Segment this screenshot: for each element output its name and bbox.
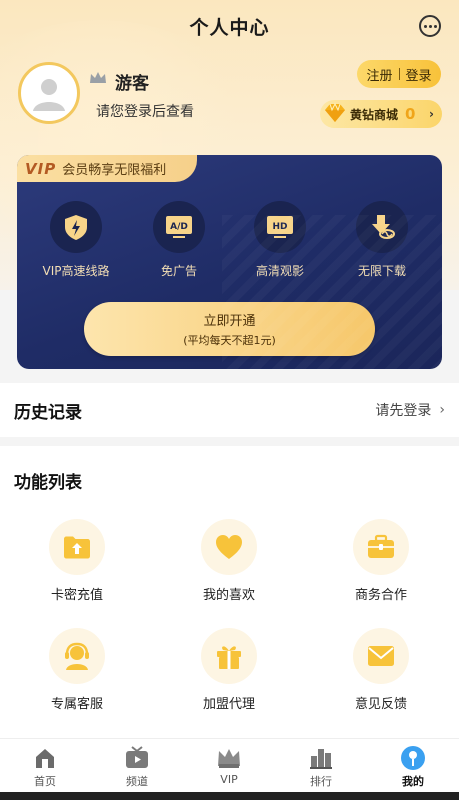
tab-label: VIP [220,773,238,786]
title-bar: 个人中心 [0,0,459,52]
ad-free-icon: A/D [166,216,192,238]
open-vip-label: 立即开通 [203,314,256,329]
crown-icon [90,72,106,83]
diamond-mall-button[interactable]: 黄钻商城 0 › [320,100,442,128]
feature-label: 专属客服 [50,697,103,712]
tab-label: 频道 [126,775,148,788]
feature-list: 功能列表 卡密充值 我的喜欢 商务合作 专属客服 加盟代理 意见反馈 [0,446,459,738]
chevron-right-icon: › [429,107,434,121]
vip-tag: VIP 会员畅享无限福利 [17,155,197,182]
page-title: 个人中心 [189,16,270,39]
perk-label: VIP高速线路 [42,264,110,278]
folder-upload-icon [64,536,90,559]
home-icon [36,749,54,768]
auth-buttons: 注册 登录 [357,60,441,88]
feature-label: 我的喜欢 [202,588,255,603]
more-dots-icon[interactable] [419,15,441,37]
default-avatar-icon [33,79,65,111]
perk-label: 免广告 [160,264,197,278]
divider [398,68,400,80]
perk-label: 无限下载 [357,264,406,278]
tab-vip[interactable]: VIP [199,745,259,786]
login-hint: 请您登录后查看 [96,104,194,120]
feature-label: 商务合作 [354,588,407,603]
feature-label: 加盟代理 [202,697,255,712]
tv-icon [126,746,148,768]
perk-download[interactable]: 无限下载 [337,201,427,279]
open-vip-button[interactable]: 立即开通 (平均每天不超1元) [84,302,375,356]
svg-text:A/D: A/D [170,222,188,232]
svg-text:HD: HD [272,222,287,232]
tab-home[interactable]: 首页 [15,745,75,789]
feature-card-agent[interactable]: 加盟代理 [169,628,289,712]
history-login-link[interactable]: 请先登录 › [375,400,445,420]
tab-channels[interactable]: 频道 [107,745,167,789]
feature-card-favorites[interactable]: 我的喜欢 [169,519,289,603]
open-vip-price: (平均每天不超1元) [183,334,276,347]
hd-screen-icon: HD [267,216,293,238]
perk-vip-line[interactable]: VIP高速线路 [31,201,121,279]
feature-card-feedback[interactable]: 意见反馈 [321,628,441,712]
system-nav-bar [0,792,459,800]
vip-tag-text: 会员畅享无限福利 [62,163,167,178]
perk-ad-free[interactable]: A/D 免广告 [134,201,224,279]
vip-logo: VIP [25,159,57,178]
history-link-label: 请先登录 [375,403,432,419]
feature-list-title: 功能列表 [14,473,82,493]
tab-ranking[interactable]: 排行 [291,745,351,789]
tab-label: 我的 [402,775,424,788]
username: 游客 [115,74,149,94]
history-row[interactable]: 历史记录 请先登录 › [0,383,459,437]
history-title: 历史记录 [14,402,82,423]
login-button[interactable]: 登录 [406,65,432,84]
heart-icon [216,535,242,559]
tab-label: 排行 [310,775,332,788]
tab-label: 首页 [34,775,56,788]
feature-card-business[interactable]: 商务合作 [321,519,441,603]
feature-card-support[interactable]: 专属客服 [17,628,137,712]
lightning-shield-icon [65,215,87,240]
gift-icon [217,646,241,669]
diamond-icon [325,102,345,122]
feature-label: 卡密充值 [50,588,103,603]
feature-card-recharge[interactable]: 卡密充值 [17,519,137,603]
envelope-icon [368,646,394,666]
headset-icon [65,642,89,670]
unlimited-download-icon [372,215,395,239]
profile-icon [401,746,425,770]
vip-crown-icon [218,749,240,768]
tab-profile[interactable]: 我的 [383,745,443,789]
briefcase-icon [368,534,394,558]
chevron-right-icon: › [439,402,445,418]
feature-label: 意见反馈 [354,697,407,712]
perk-hd[interactable]: HD 高清观影 [235,201,325,279]
diamond-mall-label: 黄钻商城 [350,107,399,122]
perk-label: 高清观影 [255,264,304,278]
avatar[interactable] [18,62,80,124]
register-button[interactable]: 注册 [366,65,392,84]
diamond-count: 0 [405,105,416,123]
vip-card: VIP 会员畅享无限福利 VIP高速线路 A/D 免广告 HD 高清观影 无限下… [17,155,442,369]
bottom-tab-bar: 首页 频道 VIP 排行 我的 [0,738,459,792]
ranking-icon [310,749,332,769]
